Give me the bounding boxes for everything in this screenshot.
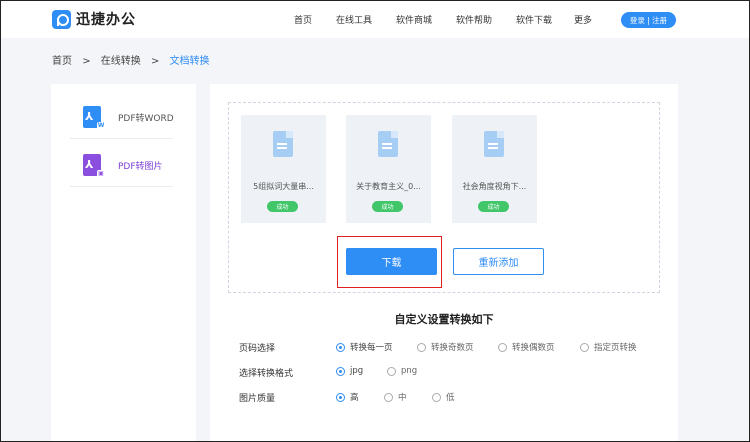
radio-label: 高 — [350, 393, 359, 403]
radio-quality-low[interactable]: 低 — [432, 391, 455, 403]
radio-dot — [417, 342, 426, 352]
sidebar-item-pdf-to-word[interactable]: ⅄ W PDF转WORD — [70, 96, 174, 139]
radio-even-pages[interactable]: 转换偶数页 — [498, 341, 555, 353]
sidebar-item-label: PDF转WORD — [118, 114, 174, 124]
status-badge: 成功 — [267, 201, 298, 212]
nav-more[interactable]: 更多 — [574, 13, 592, 26]
quality-label: 图片质量 — [239, 394, 276, 404]
radio-odd-pages[interactable]: 转换奇数页 — [417, 341, 474, 353]
radio-dot — [336, 392, 345, 402]
re-add-button[interactable]: 重新添加 — [453, 248, 544, 275]
document-icon — [378, 131, 398, 157]
radio-dot — [336, 342, 345, 352]
radio-label: 转换奇数页 — [431, 343, 474, 353]
radio-every-page[interactable]: 转换每一页 — [336, 341, 393, 353]
radio-dot — [432, 392, 441, 402]
pdf-to-word-icon: ⅄ W — [83, 106, 105, 130]
radio-label: 转换每一页 — [350, 343, 393, 353]
radio-format-png[interactable]: png — [387, 366, 417, 376]
file-dropzone[interactable]: 5组拟词大量串... 成功 关于教育主义_0... 成功 社会角度视角下... … — [228, 102, 660, 293]
logo-text: 迅捷办公 — [76, 12, 136, 28]
document-icon — [273, 131, 293, 157]
sidebar-item-pdf-to-image[interactable]: ⅄ ▣ PDF转图片 — [70, 144, 173, 187]
logo[interactable]: 迅捷办公 — [52, 9, 136, 29]
radio-label: png — [401, 366, 418, 376]
format-label: 选择转换格式 — [239, 369, 294, 379]
logo-icon — [52, 9, 71, 29]
sidebar-item-label: PDF转图片 — [118, 162, 163, 172]
nav-home[interactable]: 首页 — [294, 13, 312, 26]
download-button[interactable]: 下载 — [346, 248, 437, 275]
file-name: 关于教育主义_0... — [356, 182, 421, 191]
breadcrumb-separator: > — [150, 56, 160, 67]
file-card[interactable]: 社会角度视角下... 成功 — [452, 115, 537, 223]
status-badge: 成功 — [372, 201, 403, 212]
breadcrumb-online-convert[interactable]: 在线转换 — [101, 56, 141, 67]
radio-dot — [336, 366, 345, 376]
nav-software-download[interactable]: 软件下载 — [516, 13, 552, 26]
radio-dot — [387, 366, 396, 376]
nav-online-tools[interactable]: 在线工具 — [336, 13, 372, 26]
settings-title: 自定义设置转换如下 — [394, 313, 494, 326]
pdf-to-image-icon: ⅄ ▣ — [83, 154, 105, 178]
page-selection-label: 页码选择 — [239, 344, 276, 354]
file-name: 社会角度视角下... — [462, 182, 527, 191]
nav-software-help[interactable]: 软件帮助 — [456, 13, 492, 26]
radio-dot — [498, 342, 507, 352]
radio-label: 指定页转换 — [594, 343, 637, 353]
breadcrumb-separator: > — [82, 56, 91, 67]
file-card[interactable]: 关于教育主义_0... 成功 — [346, 115, 431, 223]
breadcrumb: 首页 > 在线转换 > 文档转换 — [52, 52, 217, 67]
breadcrumb-home[interactable]: 首页 — [52, 56, 72, 67]
main-panel: 5组拟词大量串... 成功 关于教育主义_0... 成功 社会角度视角下... … — [210, 84, 678, 442]
breadcrumb-current: 文档转换 — [169, 56, 210, 67]
top-header: 迅捷办公 首页 在线工具 软件商城 软件帮助 软件下载 更多 登录 | 注册 — [0, 0, 750, 38]
radio-label: jpg — [350, 366, 364, 376]
radio-dot — [580, 342, 589, 352]
radio-quality-high[interactable]: 高 — [336, 391, 359, 403]
file-card[interactable]: 5组拟词大量串... 成功 — [241, 115, 326, 223]
sidebar: ⅄ W PDF转WORD ⅄ ▣ PDF转图片 — [51, 84, 196, 442]
document-icon — [484, 131, 504, 157]
file-name: 5组拟词大量串... — [253, 182, 314, 191]
radio-specified-pages[interactable]: 指定页转换 — [580, 341, 637, 353]
radio-dot — [384, 392, 393, 402]
radio-label: 中 — [398, 393, 407, 403]
login-register-button[interactable]: 登录 | 注册 — [621, 12, 676, 28]
status-badge: 成功 — [478, 201, 509, 212]
radio-label: 低 — [446, 393, 455, 403]
nav-software-store[interactable]: 软件商城 — [396, 13, 432, 26]
radio-label: 转换偶数页 — [512, 343, 555, 353]
radio-format-jpg[interactable]: jpg — [336, 366, 363, 376]
radio-quality-medium[interactable]: 中 — [384, 391, 407, 403]
